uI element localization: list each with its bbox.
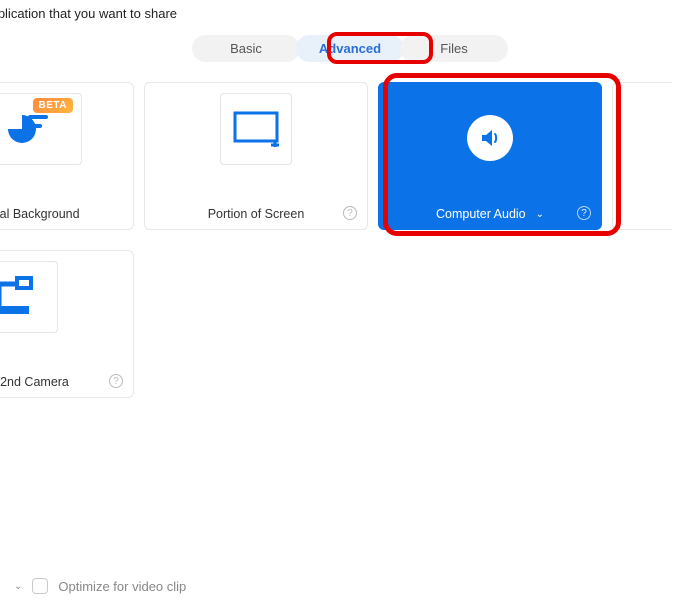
chevron-down-icon[interactable]: ⌄ — [536, 209, 544, 220]
card-label: s Virtual Background — [0, 207, 133, 221]
chevron-down-icon[interactable]: ⌄ — [14, 581, 22, 592]
card-label: Portion of Screen — [145, 207, 367, 221]
audio-label-text: Computer Audio — [436, 207, 526, 221]
optimize-label: Optimize for video clip — [58, 579, 186, 594]
tab-basic[interactable]: Basic — [192, 35, 300, 62]
screen-portion-icon — [233, 111, 279, 147]
help-icon[interactable]: ? — [577, 206, 591, 220]
card-portion-of-screen[interactable]: Portion of Screen ? — [144, 82, 368, 230]
tab-files[interactable]: Files — [400, 35, 508, 62]
card-partial-next[interactable] — [612, 82, 672, 230]
help-icon[interactable]: ? — [343, 206, 357, 220]
optimize-checkbox[interactable] — [32, 578, 48, 594]
second-camera-icon — [0, 274, 47, 320]
share-options-grid: BETA s Virtual Background — [0, 82, 700, 398]
audio-icon-circle — [467, 115, 513, 161]
card-computer-audio[interactable]: Computer Audio ⌄ ? — [378, 82, 602, 230]
virtual-background-preview: BETA — [0, 93, 82, 165]
second-camera-preview — [0, 261, 58, 333]
dialog-subtitle: v or an application that you want to sha… — [0, 0, 700, 27]
card-virtual-background[interactable]: BETA s Virtual Background — [0, 82, 134, 230]
footer-options: ⌄ Optimize for video clip — [0, 578, 700, 594]
portion-preview — [220, 93, 292, 165]
card-label: Computer Audio ⌄ — [379, 207, 601, 221]
speaker-icon — [478, 126, 502, 150]
tab-advanced[interactable]: Advanced — [296, 35, 404, 62]
card-second-camera[interactable]: rom 2nd Camera ? — [0, 250, 134, 398]
help-icon[interactable]: ? — [109, 374, 123, 388]
share-tabs: Basic Advanced Files — [0, 35, 700, 62]
